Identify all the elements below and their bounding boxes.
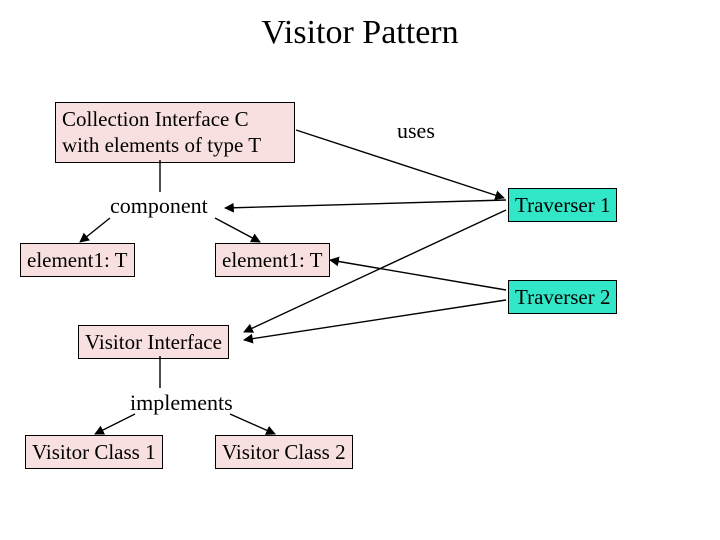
element1-box: element1: T — [20, 243, 135, 277]
traverser-1-box: Traverser 1 — [508, 188, 617, 222]
visitor-class-2-box: Visitor Class 2 — [215, 435, 353, 469]
visitor-class-1-box: Visitor Class 1 — [25, 435, 163, 469]
visitor-interface-box: Visitor Interface — [78, 325, 229, 359]
component-label: component — [110, 193, 208, 219]
diagram-title: Visitor Pattern — [0, 14, 720, 52]
collection-line1: Collection Interface C — [62, 106, 288, 132]
uses-label: uses — [397, 118, 435, 144]
collection-interface-box: Collection Interface C with elements of … — [55, 102, 295, 163]
element2-box: element1: T — [215, 243, 330, 277]
collection-line2: with elements of type T — [62, 132, 288, 158]
implements-label: implements — [130, 390, 233, 416]
traverser-2-box: Traverser 2 — [508, 280, 617, 314]
